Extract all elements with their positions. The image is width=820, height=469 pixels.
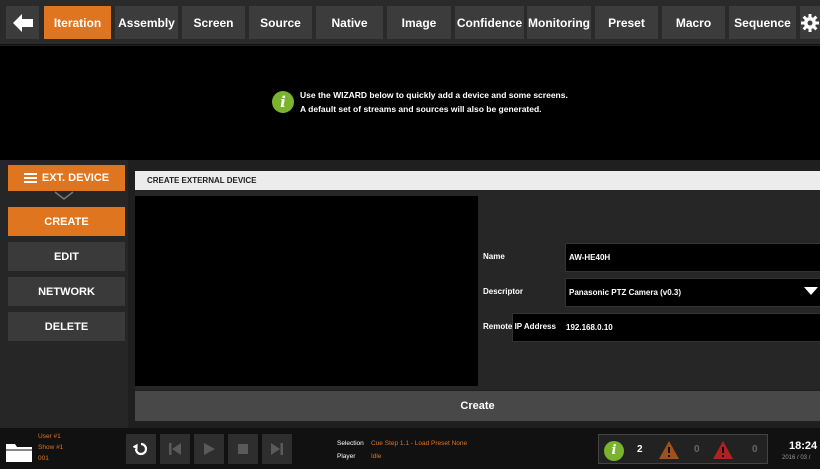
skip-back-icon bbox=[169, 443, 181, 455]
descriptor-label: Descriptor bbox=[483, 287, 524, 296]
play-icon bbox=[204, 443, 215, 455]
info-count-icon: i bbox=[604, 441, 624, 461]
warning-count: 0 bbox=[694, 444, 700, 455]
delete-menu-button[interactable]: DELETE bbox=[8, 312, 125, 341]
chevron-down-icon bbox=[54, 191, 74, 200]
tab-iteration[interactable]: Iteration bbox=[44, 6, 111, 39]
ext-device-label: EXT. DEVICE bbox=[41, 172, 110, 184]
gear-icon bbox=[801, 13, 819, 32]
skip-back-button[interactable] bbox=[160, 434, 190, 464]
create-menu-button[interactable]: CREATE bbox=[8, 207, 125, 236]
stop-icon bbox=[238, 444, 248, 454]
descriptor-select[interactable]: Panasonic PTZ Camera (v0.3) bbox=[565, 278, 820, 307]
tab-assembly[interactable]: Assembly bbox=[115, 6, 178, 39]
tab-monitoring[interactable]: Monitoring bbox=[527, 6, 591, 39]
ext-device-menu-button[interactable]: EXT. DEVICE bbox=[8, 165, 125, 191]
stop-button[interactable] bbox=[228, 434, 258, 464]
back-button[interactable] bbox=[6, 6, 39, 39]
clock-date: 2016 / 03 / bbox=[782, 455, 811, 461]
tab-native[interactable]: Native bbox=[316, 6, 383, 39]
player-label: Player bbox=[337, 453, 356, 460]
skip-forward-button[interactable] bbox=[262, 434, 292, 464]
play-button[interactable] bbox=[194, 434, 224, 464]
remote-ip-value: 192.168.0.10 bbox=[566, 323, 613, 332]
banner-text-line1: Use the WIZARD below to quickly add a de… bbox=[300, 90, 568, 100]
settings-button[interactable] bbox=[800, 6, 820, 39]
warning-icon bbox=[659, 441, 679, 459]
top-nav-bar: Iteration Assembly Screen Source Native … bbox=[0, 0, 820, 45]
player-value: Idle bbox=[371, 453, 382, 460]
tab-screen[interactable]: Screen bbox=[182, 6, 245, 39]
name-label: Name bbox=[483, 252, 505, 261]
error-count: 0 bbox=[752, 444, 758, 455]
selection-value: Cue Step 1.1 - Load Preset None bbox=[371, 440, 468, 447]
info-count: 2 bbox=[637, 444, 643, 455]
loop-icon bbox=[133, 442, 148, 456]
create-button[interactable]: Create bbox=[135, 391, 820, 421]
info-icon: i bbox=[272, 91, 294, 113]
tab-image[interactable]: Image bbox=[387, 6, 451, 39]
create-device-header: CREATE EXTERNAL DEVICE bbox=[135, 171, 820, 190]
selection-label: Selection bbox=[337, 440, 364, 447]
show-number: 001 bbox=[38, 455, 49, 462]
tab-preset[interactable]: Preset bbox=[595, 6, 658, 39]
clock-time: 18:24 bbox=[789, 440, 818, 452]
tab-sequence[interactable]: Sequence bbox=[729, 6, 796, 39]
user-name: User #1 bbox=[38, 433, 61, 440]
loop-button[interactable] bbox=[126, 434, 156, 464]
edit-menu-button[interactable]: EDIT bbox=[8, 242, 125, 271]
remote-ip-field[interactable]: 192.168.0.10 bbox=[512, 313, 820, 342]
dropdown-arrow-icon[interactable] bbox=[804, 287, 818, 295]
network-menu-button[interactable]: NETWORK bbox=[8, 277, 125, 306]
tab-macro[interactable]: Macro bbox=[662, 6, 725, 39]
skip-forward-icon bbox=[271, 443, 283, 455]
name-field[interactable]: AW-HE40H bbox=[565, 243, 820, 272]
arrow-left-icon bbox=[12, 13, 33, 32]
wizard-banner bbox=[0, 46, 820, 160]
remote-ip-label: Remote IP Address bbox=[483, 322, 556, 331]
error-icon bbox=[713, 441, 733, 459]
show-name: Show #1 bbox=[38, 444, 64, 451]
banner-text-line2: A default set of streams and sources wil… bbox=[300, 104, 542, 114]
tab-source[interactable]: Source bbox=[249, 6, 312, 39]
tab-confidence[interactable]: Confidence bbox=[455, 6, 524, 39]
hamburger-icon bbox=[23, 173, 37, 183]
folder-icon[interactable] bbox=[5, 441, 33, 463]
device-preview bbox=[135, 196, 478, 386]
